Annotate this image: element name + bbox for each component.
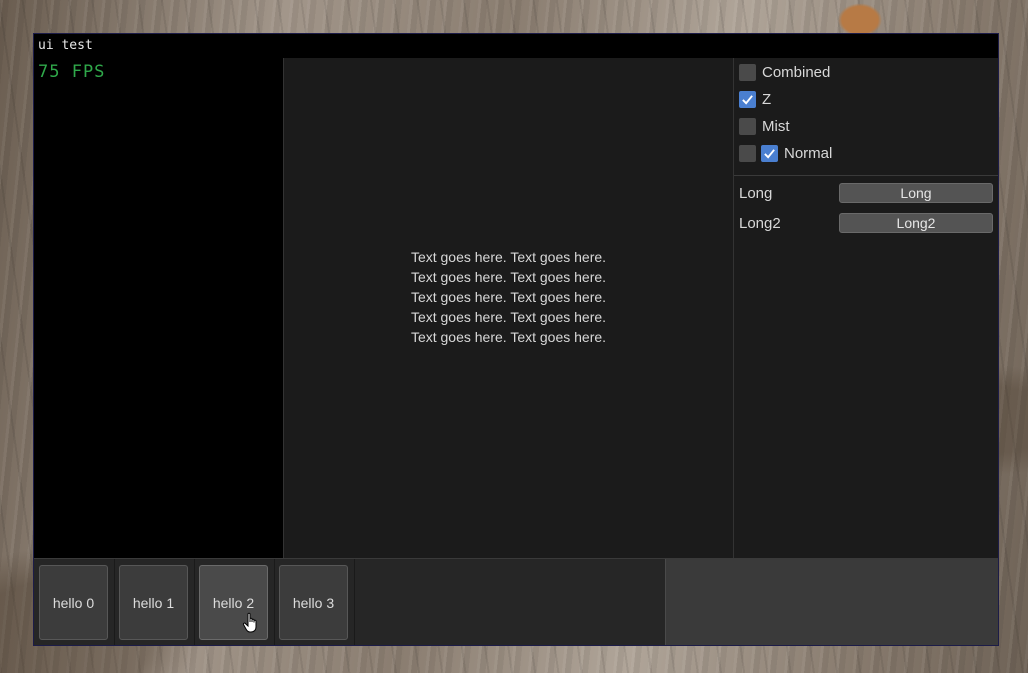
button-bar: hello 0 hello 1 hello 2 hello 3 — [34, 559, 355, 645]
bottom-bar: hello 0 hello 1 hello 2 hello 3 — [34, 558, 998, 645]
hello-3-button[interactable]: hello 3 — [279, 565, 348, 640]
right-panel: Combined Z Mist Normal Long Long Long2 L… — [734, 58, 998, 558]
checkbox-label: Combined — [762, 63, 831, 81]
divider — [274, 559, 275, 645]
window-title: ui test — [34, 34, 998, 58]
checkbox-label: Mist — [762, 117, 790, 135]
text-line: Text goes here. Text goes here. — [410, 249, 607, 265]
left-panel: 75 FPS — [34, 58, 284, 558]
checkbox-label: Z — [762, 90, 772, 108]
bottom-right-panel — [665, 559, 998, 645]
checkbox-combined-row[interactable]: Combined — [739, 62, 830, 82]
app-window: ui test 75 FPS Text goes here. Text goes… — [33, 33, 999, 646]
hello-1-button[interactable]: hello 1 — [119, 565, 188, 640]
checkbox-z[interactable] — [739, 90, 756, 108]
text-line: Text goes here. Text goes here. — [410, 289, 607, 305]
center-panel: Text goes here. Text goes here. Text goe… — [284, 58, 734, 558]
property-row-long2: Long2 Long2 — [739, 213, 993, 233]
text-line: Text goes here. Text goes here. — [410, 269, 607, 285]
text-line: Text goes here. Text goes here. — [410, 309, 607, 325]
long2-button[interactable]: Long2 — [839, 213, 993, 233]
text-line: Text goes here. Text goes here. — [410, 329, 607, 345]
checkbox-mist-row[interactable]: Mist — [739, 116, 790, 136]
checkbox-mist[interactable] — [739, 117, 756, 135]
hello-0-button[interactable]: hello 0 — [39, 565, 108, 640]
property-row-long: Long Long — [739, 183, 993, 203]
hand-cursor-icon — [242, 612, 257, 633]
divider — [354, 559, 355, 645]
checkbox-normal-row[interactable]: Normal — [739, 143, 832, 163]
checkbox-label: Normal — [784, 144, 833, 162]
fps-counter: 75 FPS — [38, 62, 106, 82]
panel-divider — [734, 175, 998, 176]
checkmark-icon — [742, 94, 753, 105]
property-label: Long2 — [739, 214, 781, 232]
checkbox-combined[interactable] — [739, 63, 756, 81]
text-block: Text goes here. Text goes here. Text goe… — [284, 247, 733, 347]
long-button[interactable]: Long — [839, 183, 993, 203]
property-label: Long — [739, 184, 773, 202]
checkbox-normal-extra[interactable] — [739, 144, 756, 162]
checkbox-normal[interactable] — [761, 144, 778, 162]
checkmark-icon — [764, 148, 775, 159]
divider — [114, 559, 115, 645]
checkbox-z-row[interactable]: Z — [739, 89, 771, 109]
divider — [194, 559, 195, 645]
